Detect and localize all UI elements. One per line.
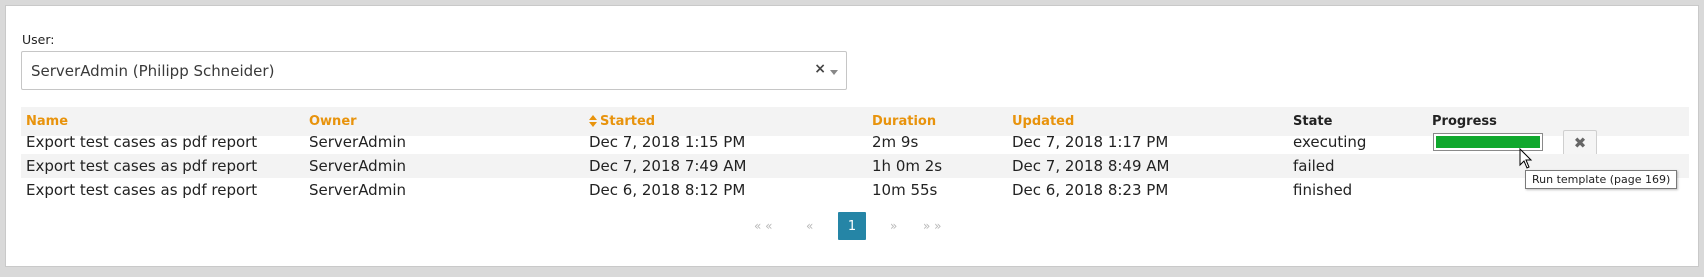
pagination-prev[interactable]: « [806,212,813,240]
cell-name: Export test cases as pdf report [26,157,258,175]
pagination-next[interactable]: » [890,212,897,240]
cancel-job-button[interactable]: ✖ [1563,130,1597,156]
table-row[interactable]: Export test cases as pdf report ServerAd… [21,178,1689,202]
pagination-page-1[interactable]: 1 [838,212,866,240]
table-row[interactable]: Export test cases as pdf report ServerAd… [21,154,1689,178]
user-filter-label: User: [22,32,55,47]
user-select[interactable]: ServerAdmin (Philipp Schneider) × [21,51,847,90]
cell-owner: ServerAdmin [309,181,406,199]
cell-state: finished [1293,181,1353,199]
cell-updated: Dec 7, 2018 8:49 AM [1012,157,1170,175]
column-header-started-label: Started [600,114,656,129]
clear-selection-icon[interactable]: × [814,61,826,77]
mouse-cursor-icon [1519,148,1533,169]
table-row[interactable]: Export test cases as pdf report ServerAd… [21,130,1689,156]
cell-owner: ServerAdmin [309,157,406,175]
cell-state: executing [1293,133,1367,151]
cell-name: Export test cases as pdf report [26,181,258,199]
cell-updated: Dec 6, 2018 8:23 PM [1012,181,1169,199]
user-select-value: ServerAdmin (Philipp Schneider) [31,62,275,80]
cell-started: Dec 7, 2018 7:49 AM [589,157,747,175]
cell-duration: 2m 9s [872,133,919,151]
progress-fill [1436,136,1540,148]
cell-state: failed [1293,157,1335,175]
cell-started: Dec 7, 2018 1:15 PM [589,133,746,151]
cell-updated: Dec 7, 2018 1:17 PM [1012,133,1169,151]
pagination-last[interactable]: » » [923,212,942,240]
jobs-panel: User: ServerAdmin (Philipp Schneider) × … [5,5,1699,267]
chevron-down-icon[interactable] [830,70,838,75]
sort-icon [589,114,597,129]
pagination: « « « 1 » » » [6,212,1698,240]
cell-duration: 10m 55s [872,181,938,199]
cell-owner: ServerAdmin [309,133,406,151]
cell-duration: 1h 0m 2s [872,157,943,175]
cell-started: Dec 6, 2018 8:12 PM [589,181,746,199]
close-icon: ✖ [1573,134,1587,152]
cell-name: Export test cases as pdf report [26,133,258,151]
tooltip: Run template (page 169) [1525,170,1678,189]
pagination-first[interactable]: « « [754,212,773,240]
